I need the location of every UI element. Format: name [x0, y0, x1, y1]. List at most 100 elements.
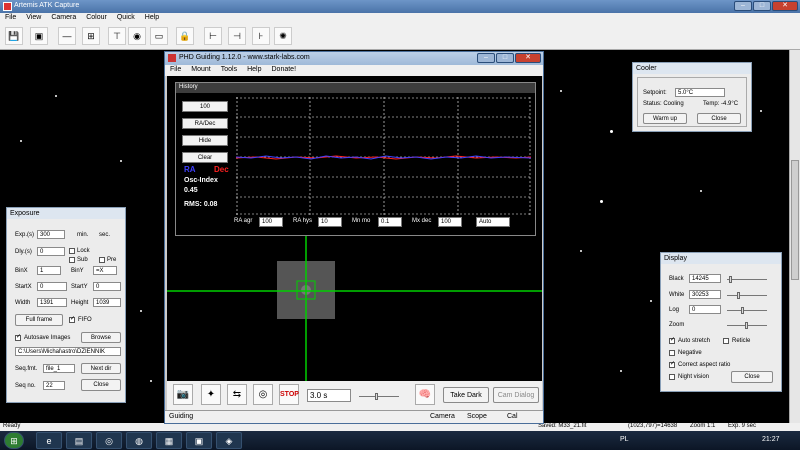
binx-select[interactable]: 1 — [37, 266, 61, 275]
line-icon[interactable]: — — [58, 27, 76, 45]
gamma-slider[interactable] — [359, 393, 399, 400]
menu-view[interactable]: View — [21, 13, 46, 24]
phd-toolbar: 📷 ✦ ⇆ ◎ STOP 3.0 s 🧠 Take Dark Cam Dialo… — [167, 381, 542, 410]
brain-icon[interactable]: 🧠 — [415, 384, 435, 405]
start-button[interactable]: ⊞ — [4, 432, 24, 449]
log-input[interactable]: 0 — [689, 305, 721, 314]
guide-telescope-icon[interactable]: ✦ — [201, 384, 221, 405]
black-input[interactable]: 14245 — [689, 274, 721, 283]
menu-help[interactable]: Help — [140, 13, 164, 24]
connect-mount-icon[interactable]: ⇆ — [227, 384, 247, 405]
seqfmt-select[interactable]: file_1 — [43, 364, 75, 373]
phd-close-button[interactable]: ✕ — [515, 53, 541, 63]
display-close-button[interactable]: Close — [731, 371, 773, 383]
minimize-button[interactable]: – — [734, 1, 752, 11]
ra-hys-input[interactable]: 10 — [318, 217, 342, 227]
lock-icon[interactable]: 🔒 — [176, 27, 194, 45]
taskbar-phd-icon[interactable]: ◈ — [216, 432, 242, 449]
cooler-close-button[interactable]: Close — [697, 113, 741, 124]
reticle-checkbox[interactable] — [723, 338, 729, 344]
phd-menu-tools[interactable]: Tools — [216, 65, 242, 76]
starty-input[interactable]: 0 — [93, 282, 121, 291]
aspect-checkbox[interactable] — [669, 360, 675, 368]
black-slider[interactable] — [727, 276, 767, 283]
phd-menu-file[interactable]: File — [165, 65, 186, 76]
taskbar-firefox-icon[interactable]: ◍ — [126, 432, 152, 449]
zoom-slider[interactable] — [727, 322, 767, 329]
camera-icon[interactable]: ▣ — [30, 27, 48, 45]
loop-camera-icon[interactable]: 📷 — [173, 384, 193, 405]
maximize-button[interactable]: □ — [753, 1, 771, 11]
stop-icon[interactable]: STOP — [279, 384, 299, 405]
telescope-icon[interactable]: ⊢ — [204, 27, 222, 45]
mx-dec-input[interactable]: 100 — [438, 217, 462, 227]
autosave-checkbox[interactable] — [15, 333, 21, 341]
history-100-button[interactable]: 100 — [182, 101, 228, 112]
white-input[interactable]: 30253 — [689, 290, 721, 299]
lock-checkbox[interactable] — [69, 248, 75, 254]
exposure-close-button[interactable]: Close — [81, 379, 121, 391]
language-indicator[interactable]: PL — [620, 436, 629, 443]
phd-menu-help[interactable]: Help — [242, 65, 266, 76]
mode-select[interactable]: Auto — [476, 217, 510, 227]
rect-icon[interactable]: ▭ — [150, 27, 168, 45]
close-button[interactable]: ✕ — [772, 1, 798, 11]
telescope3-icon[interactable]: ⊦ — [252, 27, 270, 45]
target-icon[interactable]: ◉ — [128, 27, 146, 45]
phd-app-icon — [168, 54, 176, 62]
history-title: History — [176, 83, 535, 93]
guide-camera-view[interactable] — [167, 236, 542, 404]
full-frame-button[interactable]: Full frame — [15, 314, 63, 326]
exp-input[interactable]: 300 — [37, 230, 65, 239]
taskbar-explorer-icon[interactable]: ▤ — [66, 432, 92, 449]
telescope2-icon[interactable]: ⊣ — [228, 27, 246, 45]
clock[interactable]: 21:27 — [762, 436, 780, 443]
biny-select[interactable]: =X — [93, 266, 117, 275]
taskbar-ie-icon[interactable]: e — [36, 432, 62, 449]
take-dark-button[interactable]: Take Dark — [443, 387, 489, 403]
browse-button[interactable]: Browse — [81, 332, 121, 343]
height-input[interactable]: 1039 — [93, 298, 121, 307]
menu-file[interactable]: File — [0, 13, 21, 24]
crosshair-icon[interactable]: ⊤ — [108, 27, 126, 45]
menu-camera[interactable]: Camera — [46, 13, 81, 24]
taskbar-artemis-icon[interactable]: ▣ — [186, 432, 212, 449]
save-icon[interactable]: 💾 — [5, 27, 23, 45]
taskbar-app-icon[interactable]: ▦ — [156, 432, 182, 449]
vertical-scrollbar[interactable] — [789, 50, 800, 423]
pre-checkbox[interactable] — [99, 257, 105, 263]
mn-mo-input[interactable]: 0.1 — [378, 217, 402, 227]
menu-colour[interactable]: Colour — [81, 13, 112, 24]
phd-menu-mount[interactable]: Mount — [186, 65, 215, 76]
exposure-select[interactable]: 3.0 s — [307, 389, 351, 402]
white-slider[interactable] — [727, 292, 767, 299]
history-hide-button[interactable]: Hide — [182, 135, 228, 146]
negative-checkbox[interactable] — [669, 350, 675, 356]
seqno-input[interactable]: 22 — [43, 381, 65, 390]
phd-maximize-button[interactable]: □ — [496, 53, 514, 63]
night-vision-checkbox[interactable] — [669, 374, 675, 380]
startx-input[interactable]: 0 — [37, 282, 67, 291]
ra-agr-input[interactable]: 100 — [259, 217, 283, 227]
auto-stretch-checkbox[interactable] — [669, 336, 675, 344]
setpoint-input[interactable]: 5.0°C — [675, 88, 725, 97]
phd-menu-donate[interactable]: Donate! — [267, 65, 302, 76]
log-slider[interactable] — [727, 307, 767, 314]
phd-minimize-button[interactable]: – — [477, 53, 495, 63]
warm-up-button[interactable]: Warm up — [643, 113, 687, 124]
grid-icon[interactable]: ⊞ — [82, 27, 100, 45]
width-label: Width — [15, 300, 31, 306]
history-clear-button[interactable]: Clear — [182, 152, 228, 163]
color-wheel-icon[interactable]: ✺ — [274, 27, 292, 45]
history-radec-button[interactable]: RA/Dec — [182, 118, 228, 129]
path-input[interactable]: C:\Users\Michal\astro\DZIENNIK — [15, 347, 121, 356]
sub-checkbox[interactable] — [69, 257, 75, 263]
dly-input[interactable]: 0 — [37, 247, 65, 256]
taskbar-chrome-icon[interactable]: ◎ — [96, 432, 122, 449]
cam-dialog-button[interactable]: Cam Dialog — [493, 387, 539, 403]
menu-quick[interactable]: Quick — [112, 13, 140, 24]
next-dir-button[interactable]: Next dir — [81, 363, 121, 374]
fifo-checkbox[interactable] — [69, 315, 75, 323]
guide-icon[interactable]: ◎ — [253, 384, 273, 405]
width-input[interactable]: 1391 — [37, 298, 67, 307]
